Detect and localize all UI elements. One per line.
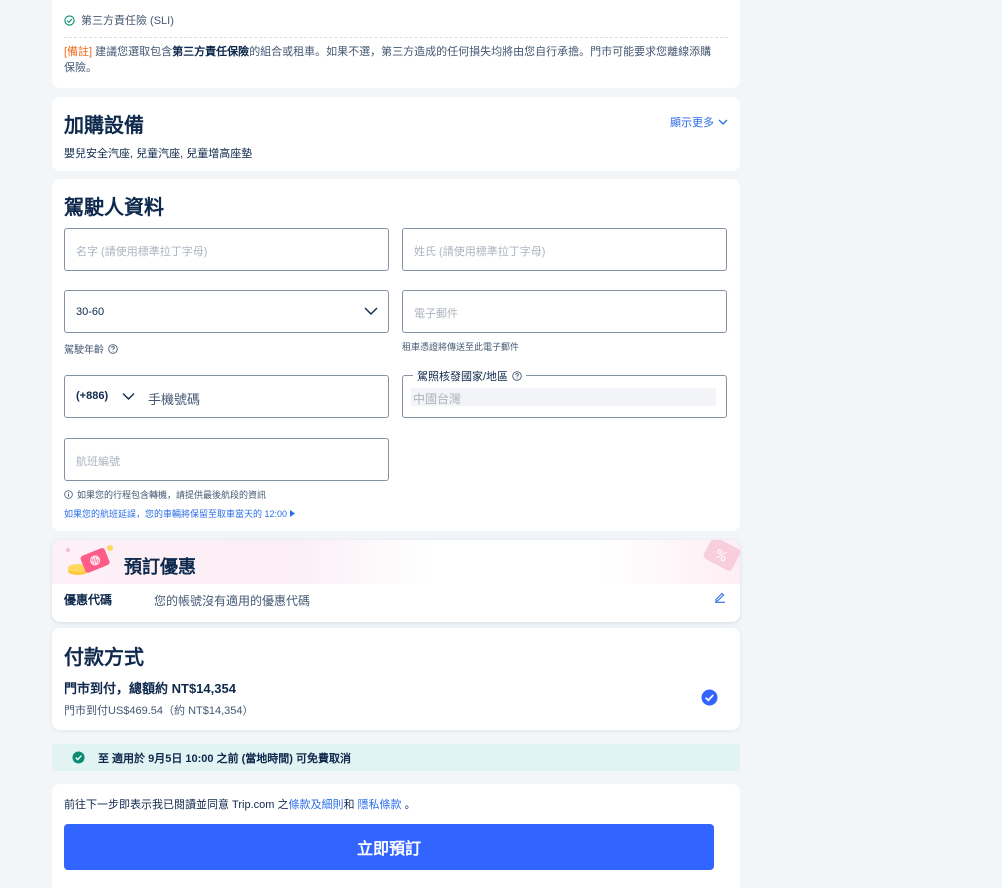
flight-delay-link-text: 如果您的航班延誤，您的車輛將保留至取車當天的 12:00	[64, 509, 288, 519]
note-tag: [備註]	[64, 46, 93, 58]
sli-item: 第三方責任險 (SLI)	[64, 12, 174, 28]
question-icon[interactable]	[512, 371, 522, 381]
last-name-placeholder: 姓氏 (請使用標準拉丁字母)	[414, 246, 546, 258]
terms-link[interactable]: 條款及細則	[288, 799, 343, 811]
terms-pre: 前往下一步即表示我已閱讀並同意 Trip.com 之	[64, 799, 289, 811]
coupon-icon: %	[66, 545, 113, 575]
phone-placeholder: 手機號碼	[148, 392, 201, 407]
show-more-label: 顯示更多	[670, 117, 714, 129]
driver-age-label-text: 駕駛年齡	[64, 345, 104, 356]
license-country-field: 駕照核發國家/地區 中國台灣	[402, 368, 727, 418]
note-pre: 建議您選取包含	[92, 46, 173, 58]
license-country-label: 駕照核發國家/地區	[413, 368, 527, 384]
sli-label: 第三方責任險 (SLI)	[81, 15, 174, 27]
payment-card: 付款方式 門市到付，總額約 NT$14,354 門市到付US$469.54（約 …	[52, 628, 740, 730]
edit-icon[interactable]	[714, 591, 726, 603]
driver-age-label: 駕駛年齡	[64, 341, 118, 356]
check-circle-icon	[72, 751, 85, 764]
terms-text: 前往下一步即表示我已閱讀並同意 Trip.com 之條款及細則和 隱私條款 。	[64, 796, 416, 812]
last-name-field[interactable]: 姓氏 (請使用標準拉丁字母)	[402, 228, 727, 271]
privacy-link[interactable]: 隱私條款	[358, 799, 402, 811]
free-cancellation-bar: 至 適用於 9月5日 10:00 之前 (當地時間) 可免費取消	[52, 744, 740, 771]
payment-title: 付款方式	[64, 647, 144, 669]
driver-card: 駕駛人資料 名字 (請使用標準拉丁字母) 姓氏 (請使用標準拉丁字母) 30-6…	[52, 179, 740, 531]
insurance-note: [備註] 建議您選取包含第三方責任保險的組合或租車。如果不選，第三方造成的任何損…	[64, 44, 718, 76]
email-helper: 租車憑證將傳送至此電子郵件	[402, 342, 520, 352]
chevron-down-icon	[718, 119, 728, 125]
first-name-field[interactable]: 名字 (請使用標準拉丁字母)	[64, 228, 389, 271]
chevron-down-icon	[364, 307, 378, 315]
driver-age-value: 30-60	[76, 306, 105, 318]
terms-end: 。	[401, 799, 416, 811]
book-now-button[interactable]: 立即預訂	[64, 824, 714, 870]
info-icon	[64, 490, 73, 499]
question-icon[interactable]	[108, 343, 118, 354]
show-more-link[interactable]: 顯示更多	[670, 114, 728, 130]
payment-option-title: 門市到付，總額約 NT$14,354	[64, 681, 236, 696]
promo-code-label: 優惠代碼	[64, 593, 113, 607]
checked-circle-icon[interactable]	[701, 689, 718, 706]
chevron-down-icon[interactable]	[122, 392, 135, 401]
extras-title: 加購設備	[64, 115, 144, 137]
terms-and: 和	[343, 799, 358, 811]
triangle-right-icon	[290, 510, 296, 517]
promo-code-value: 您的帳號沒有適用的優惠代碼	[154, 594, 311, 608]
license-country-value: 中國台灣	[413, 392, 462, 406]
promo-card: % % 預訂優惠 優惠代碼 您的帳號沒有適用的優惠代碼	[52, 540, 740, 622]
promo-title: 預訂優惠	[124, 557, 196, 577]
extras-card: 加購設備 顯示更多 嬰兒安全汽座, 兒童汽座, 兒童增高座墊	[52, 97, 740, 171]
flight-info: 如果您的行程包含轉機，請提供最後航段的資訊	[64, 488, 266, 501]
driver-title: 駕駛人資料	[64, 197, 164, 219]
flight-number-field[interactable]: 航班編號	[64, 438, 389, 481]
flight-info-text: 如果您的行程包含轉機，請提供最後航段的資訊	[77, 490, 267, 500]
first-name-placeholder: 名字 (請使用標準拉丁字母)	[76, 246, 208, 258]
license-country-label-text: 駕照核發國家/地區	[417, 371, 509, 383]
flight-number-placeholder: 航班編號	[76, 456, 120, 468]
phone-country-code[interactable]: (+886)	[76, 390, 108, 402]
payment-option-subtitle: 門市到付US$469.54（約 NT$14,354）	[64, 705, 254, 717]
extras-list: 嬰兒安全汽座, 兒童汽座, 兒童增高座墊	[64, 148, 253, 160]
note-bold: 第三方責任保險	[172, 46, 250, 58]
flight-delay-link[interactable]: 如果您的航班延誤，您的車輛將保留至取車當天的 12:00	[64, 507, 296, 520]
email-placeholder: 電子郵件	[414, 308, 458, 320]
phone-field[interactable]: (+886) 手機號碼	[64, 375, 389, 418]
check-circle-icon	[64, 14, 75, 26]
footer-card: 前往下一步即表示我已閱讀並同意 Trip.com 之條款及細則和 隱私條款 。 …	[52, 784, 740, 888]
email-field[interactable]: 電子郵件	[402, 290, 727, 333]
discount-tag-icon: %	[703, 540, 740, 571]
driver-age-select[interactable]: 30-60	[64, 290, 389, 333]
divider	[64, 37, 728, 38]
insurance-card: 第三方責任險 (SLI) [備註] 建議您選取包含第三方責任保險的組合或租車。如…	[52, 0, 740, 88]
free-cancellation-text: 至 適用於 9月5日 10:00 之前 (當地時間) 可免費取消	[98, 752, 352, 765]
license-country-value-box: 中國台灣	[411, 388, 716, 406]
